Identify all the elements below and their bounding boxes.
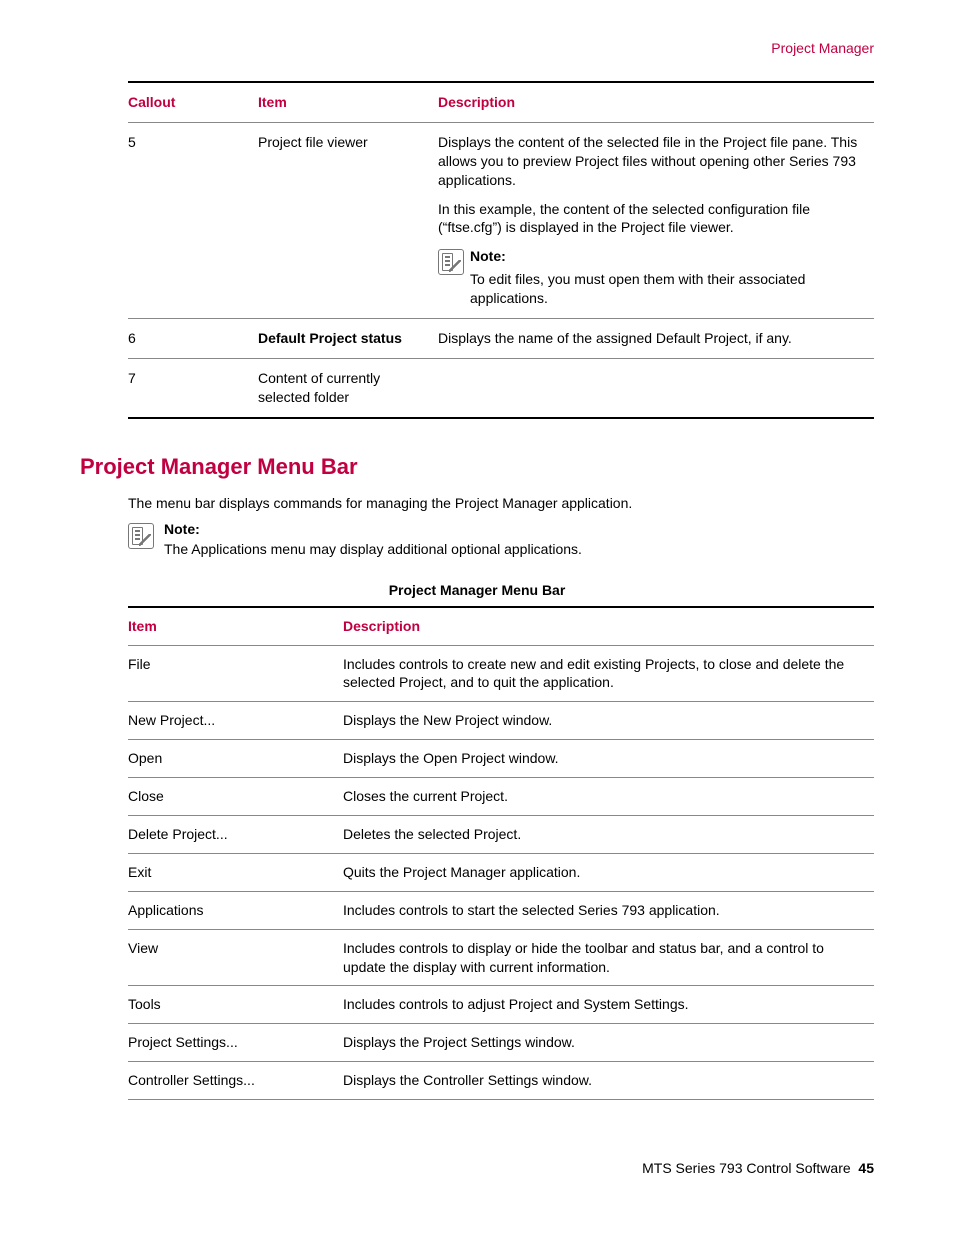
note-text: To edit files, you must open them with t… xyxy=(470,270,866,308)
cell-item: Delete Project... xyxy=(128,816,343,854)
th-item: Item xyxy=(258,82,438,122)
cell-item: Open xyxy=(128,740,343,778)
table-row: Controller Settings... Displays the Cont… xyxy=(128,1062,874,1100)
table-row: New Project... Displays the New Project … xyxy=(128,702,874,740)
section-heading: Project Manager Menu Bar xyxy=(80,454,874,480)
cell-description: Displays the Open Project window. xyxy=(343,740,874,778)
cell-description: Includes controls to create new and edit… xyxy=(343,645,874,702)
cell-item: Tools xyxy=(128,986,343,1024)
cell-item: Project file viewer xyxy=(258,122,438,318)
th-description: Description xyxy=(438,82,874,122)
cell-callout: 6 xyxy=(128,319,258,359)
cell-callout: 5 xyxy=(128,122,258,318)
cell-item: Content of currently selected folder xyxy=(258,358,438,417)
cell-item: Project Settings... xyxy=(128,1024,343,1062)
page-footer: MTS Series 793 Control Software 45 xyxy=(80,1160,874,1176)
th-callout: Callout xyxy=(128,82,258,122)
menu-bar-table: Item Description File Includes controls … xyxy=(128,606,874,1100)
table-row: Tools Includes controls to adjust Projec… xyxy=(128,986,874,1024)
table-row: Exit Quits the Project Manager applicati… xyxy=(128,853,874,891)
table-row: 5 Project file viewer Displays the conte… xyxy=(128,122,874,318)
table-row: 6 Default Project status Displays the na… xyxy=(128,319,874,359)
table-row: Open Displays the Open Project window. xyxy=(128,740,874,778)
desc-paragraph: In this example, the content of the sele… xyxy=(438,200,866,238)
cell-description: Includes controls to start the selected … xyxy=(343,891,874,929)
table-row: Delete Project... Deletes the selected P… xyxy=(128,816,874,854)
cell-item: Default Project status xyxy=(258,319,438,359)
callout-table: Callout Item Description 5 Project file … xyxy=(128,81,874,419)
desc-paragraph: Displays the content of the selected fil… xyxy=(438,133,866,190)
note-icon xyxy=(438,249,464,275)
cell-description: Displays the New Project window. xyxy=(343,702,874,740)
cell-description: Displays the Project Settings window. xyxy=(343,1024,874,1062)
table-row: 7 Content of currently selected folder xyxy=(128,358,874,417)
cell-item: Exit xyxy=(128,853,343,891)
cell-description: Quits the Project Manager application. xyxy=(343,853,874,891)
intro-paragraph: The menu bar displays commands for manag… xyxy=(128,495,874,511)
page-number: 45 xyxy=(858,1160,874,1176)
cell-description xyxy=(438,358,874,417)
cell-description: Deletes the selected Project. xyxy=(343,816,874,854)
footer-title: MTS Series 793 Control Software xyxy=(642,1160,851,1176)
th-description: Description xyxy=(343,607,874,645)
cell-item: Applications xyxy=(128,891,343,929)
cell-item: View xyxy=(128,929,343,986)
cell-description: Includes controls to display or hide the… xyxy=(343,929,874,986)
table-row: Close Closes the current Project. xyxy=(128,778,874,816)
cell-item: File xyxy=(128,645,343,702)
table-caption: Project Manager Menu Bar xyxy=(80,582,874,598)
note-icon xyxy=(128,523,154,549)
cell-description: Displays the Controller Settings window. xyxy=(343,1062,874,1100)
cell-description: Includes controls to adjust Project and … xyxy=(343,986,874,1024)
cell-item: Controller Settings... xyxy=(128,1062,343,1100)
cell-description: Displays the name of the assigned Defaul… xyxy=(438,319,874,359)
cell-description: Closes the current Project. xyxy=(343,778,874,816)
table-row: Applications Includes controls to start … xyxy=(128,891,874,929)
note-title: Note: xyxy=(470,247,866,266)
cell-item: Close xyxy=(128,778,343,816)
note-text: The Applications menu may display additi… xyxy=(164,541,582,557)
cell-callout: 7 xyxy=(128,358,258,417)
cell-description: Displays the content of the selected fil… xyxy=(438,122,874,318)
note-block: Note: To edit files, you must open them … xyxy=(438,247,866,308)
table-row: Project Settings... Displays the Project… xyxy=(128,1024,874,1062)
table-row: File Includes controls to create new and… xyxy=(128,645,874,702)
cell-item: New Project... xyxy=(128,702,343,740)
th-item: Item xyxy=(128,607,343,645)
note-title: Note: xyxy=(164,521,582,537)
table-row: View Includes controls to display or hid… xyxy=(128,929,874,986)
running-header: Project Manager xyxy=(80,40,874,56)
note-block: Note: The Applications menu may display … xyxy=(128,521,874,557)
